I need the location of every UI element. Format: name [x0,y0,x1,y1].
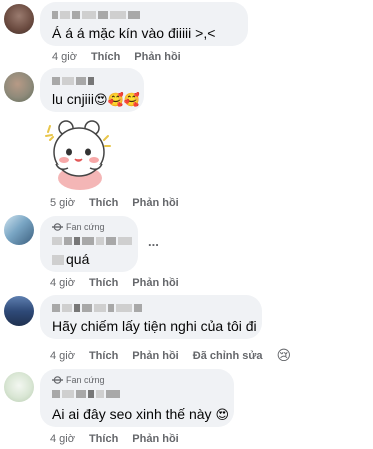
fan-badge[interactable]: Fan cứng [52,375,105,385]
comment-time[interactable]: 5 giờ [50,197,75,209]
crying-reaction-icon[interactable]: 😢 [276,348,291,364]
author-name-blurred[interactable] [52,303,144,313]
comment-text-content: Ai ai đây seo xinh thế này [52,406,212,422]
bear-sticker-icon [45,120,111,190]
reply-button[interactable]: Phản hồi [132,277,178,289]
blurred-word [52,255,64,266]
comment-actions: 5 giờ Thích Phản hồi [50,197,193,209]
comment-text-content: quá [66,251,90,267]
fan-badge-label: Fan cứng [66,375,105,385]
like-button[interactable]: Thích [89,197,118,209]
comment-bubble: Á á á mặc kín vào điiiii >,< [40,2,248,46]
author-name-blurred[interactable] [52,236,134,246]
comment-actions: 4 giờ Thích Phản hồi [52,51,195,63]
reply-button[interactable]: Phản hồi [132,433,178,445]
avatar[interactable] [4,372,34,402]
like-button[interactable]: Thích [89,433,118,445]
comment-text: Hãy chiếm lấy tiện nghi của tôi đi [52,318,257,334]
edited-label[interactable]: Đã chỉnh sửa [193,350,263,362]
comment-actions: 4 giờ Thích Phản hồi [50,277,193,289]
comment-bubble: Fan cứng quá [40,216,138,272]
like-button[interactable]: Thích [91,51,120,63]
like-button[interactable]: Thích [89,277,118,289]
avatar[interactable] [4,296,34,326]
comment-text: Ai ai đây seo xinh thế này 😍 [52,405,229,425]
fan-badge-label: Fan cứng [66,222,105,232]
more-options-button[interactable]: ... [148,234,159,249]
author-name-blurred[interactable] [52,76,96,86]
heart-eyes-emoji: 😍 [215,408,229,423]
comment-bubble: Hãy chiếm lấy tiện nghi của tôi đi [40,295,262,339]
comment-actions: 4 giờ Thích Phản hồi Đã chỉnh sửa 😢 [50,348,291,364]
comment-text: lu cnjiii😍🥰🥰 [52,90,140,110]
comment-time[interactable]: 4 giờ [50,277,75,289]
comment-text: quá [52,250,89,268]
avatar[interactable] [4,72,34,102]
comment-actions: 4 giờ Thích Phản hồi [50,433,193,445]
avatar[interactable] [4,215,34,245]
comment-text: Á á á mặc kín vào điiiii >,< [52,25,216,41]
bear-sticker[interactable] [44,118,112,190]
heart-eyes-emoji-group: 😍🥰🥰 [94,93,140,108]
reply-button[interactable]: Phản hồi [132,197,178,209]
comment-text-content: lu cnjiii [52,91,95,107]
author-name-blurred[interactable] [52,389,122,399]
like-button[interactable]: Thích [89,350,118,362]
fan-badge-icon [52,376,63,384]
comment-time[interactable]: 4 giờ [50,350,75,362]
fan-badge-icon [52,223,63,231]
comment-bubble: lu cnjiii😍🥰🥰 [40,68,144,112]
comment-time[interactable]: 4 giờ [52,51,77,63]
avatar[interactable] [4,4,34,34]
reply-button[interactable]: Phản hồi [132,350,178,362]
fan-badge[interactable]: Fan cứng [52,222,105,232]
comment-bubble: Fan cứng Ai ai đây seo xinh thế này 😍 [40,369,234,427]
author-name-blurred[interactable] [52,10,142,20]
reply-button[interactable]: Phản hồi [134,51,180,63]
comment-time[interactable]: 4 giờ [50,433,75,445]
